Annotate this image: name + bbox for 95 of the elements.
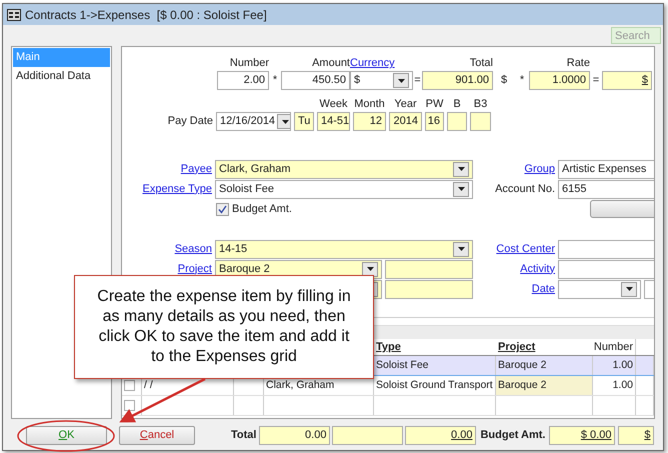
- field-label: Number: [230, 56, 269, 69]
- total-field[interactable]: 0.00: [405, 426, 476, 444]
- caret-down-icon: [458, 167, 464, 171]
- caret-down-icon: [458, 187, 464, 191]
- input-field[interactable]: 901.00: [422, 71, 493, 90]
- row-checkbox[interactable]: [124, 380, 135, 391]
- field-link[interactable]: Activity: [520, 260, 555, 278]
- total-field[interactable]: [332, 426, 404, 444]
- input-field[interactable]: [558, 240, 654, 258]
- input-field[interactable]: [558, 260, 654, 278]
- app-icon: [7, 8, 21, 20]
- window-title: Contracts 1->Expenses [$ 0.00 : Soloist Fee]: [25, 6, 267, 24]
- caret-down-icon: [398, 78, 404, 82]
- input-field[interactable]: [470, 112, 491, 131]
- column-header[interactable]: Project: [498, 338, 536, 356]
- field-label: Account No.: [495, 182, 555, 197]
- table-cell-text: 1.00: [612, 358, 633, 373]
- input-field[interactable]: 12: [353, 112, 386, 131]
- nav-item[interactable]: Additional Data: [13, 67, 110, 86]
- caret-down-icon: [626, 287, 632, 291]
- checkbox-label: Budget Amt.: [232, 202, 292, 217]
- field-label: Amount: [312, 56, 350, 69]
- field-link[interactable]: Group: [524, 160, 555, 178]
- table-cell-text: Soloist Ground Transport: [376, 378, 493, 393]
- input-field[interactable]: Tu: [294, 112, 314, 131]
- table-cell-text: Baroque 2: [498, 378, 546, 393]
- input-field[interactable]: 2014: [389, 112, 422, 131]
- input-field[interactable]: 450.50: [281, 71, 350, 90]
- grid-row[interactable]: / / Clark, Graham Soloist Ground Transport Baroque 2 1.00: [122, 376, 654, 396]
- field-link[interactable]: Season: [174, 240, 212, 258]
- dropdown-button[interactable]: [453, 162, 469, 176]
- field-label: Pay Date: [168, 114, 213, 130]
- dropdown-field[interactable]: Clark, Graham: [215, 160, 473, 178]
- input-field[interactable]: $: [602, 71, 652, 90]
- budget-field[interactable]: $ 0.00: [549, 426, 616, 444]
- field-link[interactable]: Currency: [350, 55, 395, 69]
- caret-down-icon: [282, 120, 289, 124]
- date-dropdown[interactable]: 12/16/2014: [216, 112, 291, 131]
- field-link[interactable]: Expense Type: [142, 180, 212, 198]
- operator-sign: *: [518, 73, 526, 88]
- input-field[interactable]: 1.0000: [529, 71, 590, 90]
- table-cell-text: / /: [144, 378, 153, 393]
- dropdown-field[interactable]: Soloist Fee: [215, 180, 473, 198]
- caret-down-icon: [458, 247, 464, 251]
- field-label: B3: [474, 97, 488, 110]
- row-checkbox[interactable]: [124, 400, 135, 411]
- field-link[interactable]: Project: [178, 260, 212, 278]
- dropdown-button[interactable]: [453, 182, 469, 196]
- caret-down-icon: [366, 267, 374, 271]
- blank-button[interactable]: [590, 200, 654, 218]
- field-label: PW: [426, 97, 444, 110]
- input-field[interactable]: [385, 280, 473, 298]
- column-header[interactable]: Type: [376, 338, 401, 356]
- callout-tooltip: Create the expense item by filling in as many details as you need, then click OK to save the item and add it to the Expenses grid: [74, 275, 374, 379]
- budget-label: Budget Amt.: [480, 428, 546, 443]
- field-link[interactable]: Payee: [180, 160, 212, 178]
- input-field[interactable]: [447, 112, 467, 131]
- input-field[interactable]: 14-51: [317, 112, 350, 131]
- field-link[interactable]: Date: [532, 280, 555, 298]
- input-field[interactable]: 2.00: [217, 71, 269, 90]
- input-field[interactable]: 16: [425, 112, 444, 131]
- dropdown-button[interactable]: [453, 242, 469, 256]
- operator-sign: =: [592, 73, 600, 88]
- operator-sign: *: [272, 73, 278, 88]
- field-link[interactable]: Cost Center: [496, 240, 555, 258]
- grid-row[interactable]: [122, 396, 654, 416]
- column-header[interactable]: Number: [594, 338, 633, 356]
- search-field[interactable]: Search: [611, 27, 661, 44]
- input-field[interactable]: 6155: [558, 180, 654, 198]
- operator-sign: $: [500, 73, 508, 88]
- dropdown-button[interactable]: [393, 73, 409, 88]
- cancel-button[interactable]: Cancel: [119, 426, 195, 444]
- field-label: Rate: [566, 56, 590, 69]
- total-field[interactable]: 0.00: [259, 426, 330, 444]
- field-label: Month: [354, 97, 385, 110]
- operator-sign: =: [413, 73, 422, 88]
- currency-dropdown[interactable]: $: [350, 71, 413, 90]
- dropdown-button[interactable]: [621, 282, 637, 296]
- dropdown-field[interactable]: 14-15: [215, 240, 473, 258]
- table-cell-text: 1.00: [612, 378, 633, 393]
- table-cell-text: Baroque 2: [498, 358, 546, 373]
- budget-field[interactable]: $: [618, 426, 654, 444]
- checkbox[interactable]: [216, 202, 229, 216]
- ok-button[interactable]: OK: [26, 426, 107, 444]
- total-label: Total: [231, 428, 256, 443]
- table-cell-text: Soloist Fee: [376, 358, 429, 373]
- input-field[interactable]: Artistic Expenses: [558, 160, 654, 178]
- table-cell-text: Clark, Graham: [266, 378, 334, 393]
- dropdown-button[interactable]: [277, 114, 290, 129]
- field-label: Total: [470, 56, 493, 69]
- field-label: B: [453, 97, 461, 110]
- field-label: Week: [320, 97, 348, 110]
- input-field[interactable]: [385, 260, 473, 278]
- dropdown-button[interactable]: [362, 262, 378, 276]
- field-label: Year: [394, 97, 417, 110]
